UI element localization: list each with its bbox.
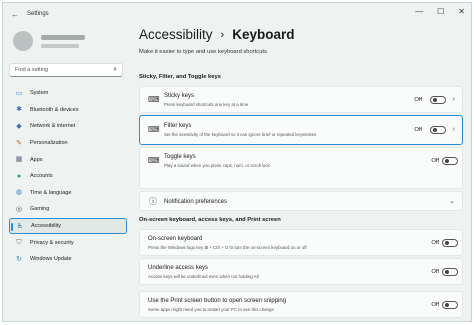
sidebar-item-label: System bbox=[30, 90, 49, 97]
filter-keys-card[interactable]: ⌨ Filter keys Set the sensitivity of the… bbox=[139, 115, 463, 145]
page-title: Keyboard bbox=[232, 27, 295, 42]
breadcrumb-parent[interactable]: Accessibility bbox=[139, 27, 213, 42]
info-icon: ⓘ bbox=[149, 197, 157, 206]
sidebar: Find a setting ⌕ ▭ System ✱ Bluetooth & … bbox=[3, 25, 131, 321]
sidebar-item-system[interactable]: ▭ System bbox=[9, 85, 127, 102]
sidebar-item-apps[interactable]: ▦ Apps bbox=[9, 151, 127, 168]
apps-icon: ▦ bbox=[15, 156, 23, 164]
avatar bbox=[13, 31, 33, 51]
globe-clock-icon: ◍ bbox=[15, 189, 23, 197]
toggle-state: Off bbox=[414, 127, 422, 133]
search-placeholder: Find a setting bbox=[15, 67, 49, 73]
shield-icon: ⛉ bbox=[16, 239, 22, 247]
card-description: Press the Windows logo key ⊞ + Ctrl + O … bbox=[148, 245, 307, 250]
on-screen-keyboard-toggle[interactable] bbox=[442, 239, 458, 247]
sidebar-item-windows-update[interactable]: ↻ Windows Update bbox=[9, 251, 127, 268]
sidebar-item-accounts[interactable]: ● Accounts bbox=[9, 168, 127, 185]
toggle-state: Off bbox=[431, 302, 439, 308]
underline-access-keys-card[interactable]: Underline access keys Access keys will b… bbox=[139, 258, 463, 285]
breadcrumb: Accessibility › Keyboard bbox=[139, 27, 294, 42]
toggle-keys-icon: ⌨ bbox=[148, 156, 160, 165]
settings-window: ← Settings — ☐ ✕ Find a setting ⌕ ▭ Syst… bbox=[2, 2, 472, 322]
sidebar-item-label: Network & internet bbox=[30, 123, 76, 130]
chevron-right-icon: › bbox=[220, 28, 225, 41]
toggle-keys-card[interactable]: ⌨ Toggle keys Play a sound when you pres… bbox=[139, 147, 463, 189]
toggle-state: Off bbox=[431, 158, 439, 164]
print-screen-toggle[interactable] bbox=[442, 301, 458, 309]
card-description: Press keyboard shortcuts one key at a ti… bbox=[164, 102, 249, 107]
card-description: Play a sound when you press caps, num, o… bbox=[164, 163, 270, 168]
toggle-state: Off bbox=[431, 240, 439, 246]
print-screen-card[interactable]: Use the Print screen button to open scre… bbox=[139, 291, 463, 318]
user-profile[interactable] bbox=[13, 31, 85, 51]
accessibility-icon: ♿ bbox=[16, 222, 24, 230]
sidebar-item-privacy-security[interactable]: ⛉ Privacy & security bbox=[9, 234, 127, 251]
card-title: Sticky keys bbox=[164, 93, 195, 99]
sidebar-item-label: Accessibility bbox=[31, 223, 61, 230]
profile-name-blurred bbox=[41, 34, 85, 40]
notification-preferences-card[interactable]: ⓘ Notification preferences ⌄ bbox=[139, 191, 463, 211]
card-description: Access keys will be underlined even when… bbox=[148, 274, 259, 279]
back-arrow-icon[interactable]: ← bbox=[11, 10, 19, 19]
monitor-icon: ▭ bbox=[15, 89, 23, 97]
toggle-state: Off bbox=[414, 97, 422, 103]
underline-access-keys-toggle[interactable] bbox=[442, 268, 458, 276]
person-icon: ● bbox=[16, 172, 22, 180]
section-title-sticky-filter-toggle: Sticky, Filter, and Toggle keys bbox=[139, 74, 221, 80]
sidebar-item-label: Time & language bbox=[30, 189, 72, 196]
sidebar-item-bluetooth[interactable]: ✱ Bluetooth & devices bbox=[9, 102, 127, 119]
toggle-state: Off bbox=[431, 269, 439, 275]
card-title: Filter keys bbox=[164, 123, 192, 129]
chevron-right-icon[interactable]: › bbox=[453, 96, 455, 103]
profile-text bbox=[41, 34, 85, 48]
sidebar-item-label: Accounts bbox=[30, 173, 53, 180]
sidebar-item-network[interactable]: ◆ Network & internet bbox=[9, 118, 127, 135]
on-screen-keyboard-card[interactable]: On-screen keyboard Press the Windows log… bbox=[139, 229, 463, 256]
sidebar-item-label: Windows Update bbox=[30, 256, 72, 263]
card-description: Some apps might need you to restart your… bbox=[148, 307, 274, 312]
chevron-right-icon[interactable]: › bbox=[453, 126, 455, 133]
maximize-icon[interactable]: ☐ bbox=[437, 7, 444, 16]
sidebar-item-time-language[interactable]: ◍ Time & language bbox=[9, 185, 127, 202]
filter-keys-toggle[interactable] bbox=[430, 126, 446, 134]
wifi-icon: ◆ bbox=[16, 122, 22, 130]
search-input[interactable]: Find a setting ⌕ bbox=[9, 63, 123, 77]
card-description: Set the sensitivity of the keyboard so i… bbox=[164, 132, 317, 137]
gamepad-icon: ◎ bbox=[15, 205, 23, 213]
card-title: Use the Print screen button to open scre… bbox=[148, 298, 287, 304]
minimize-icon[interactable]: — bbox=[415, 7, 423, 16]
sticky-keys-toggle[interactable] bbox=[430, 96, 446, 104]
sidebar-item-gaming[interactable]: ◎ Gaming bbox=[9, 201, 127, 218]
profile-email-blurred bbox=[41, 43, 79, 48]
toggle-keys-toggle[interactable] bbox=[442, 157, 458, 165]
sidebar-item-label: Personalization bbox=[30, 140, 68, 147]
sidebar-item-label: Privacy & security bbox=[30, 239, 74, 246]
bluetooth-icon: ✱ bbox=[16, 106, 22, 114]
filter-keys-icon: ⌨ bbox=[148, 125, 160, 134]
sidebar-item-label: Apps bbox=[30, 156, 43, 163]
sidebar-item-label: Bluetooth & devices bbox=[30, 106, 79, 113]
sidebar-item-label: Gaming bbox=[30, 206, 50, 213]
card-title: Underline access keys bbox=[148, 265, 209, 271]
card-title: Notification preferences bbox=[164, 199, 228, 205]
close-icon[interactable]: ✕ bbox=[458, 7, 465, 16]
chevron-down-icon[interactable]: ⌄ bbox=[449, 197, 455, 205]
brush-icon: ✎ bbox=[16, 139, 22, 147]
sidebar-nav: ▭ System ✱ Bluetooth & devices ◆ Network… bbox=[9, 85, 127, 268]
title-bar: ← Settings — ☐ ✕ bbox=[3, 3, 471, 25]
sticky-keys-icon: ⌨ bbox=[148, 95, 160, 104]
window-controls: — ☐ ✕ bbox=[415, 7, 465, 16]
sidebar-item-personalization[interactable]: ✎ Personalization bbox=[9, 135, 127, 152]
sidebar-item-accessibility[interactable]: ♿ Accessibility bbox=[9, 217, 127, 235]
section-title-onscreen-keyboard: On-screen keyboard, access keys, and Pri… bbox=[139, 217, 281, 223]
window-title: Settings bbox=[27, 11, 49, 17]
page-subtitle: Make it easier to type and use keyboard … bbox=[139, 49, 269, 55]
sticky-keys-card[interactable]: ⌨ Sticky keys Press keyboard shortcuts o… bbox=[139, 86, 463, 113]
search-icon: ⌕ bbox=[113, 66, 117, 73]
update-icon: ↻ bbox=[16, 255, 22, 263]
card-title: On-screen keyboard bbox=[148, 236, 203, 242]
card-title: Toggle keys bbox=[164, 154, 196, 160]
